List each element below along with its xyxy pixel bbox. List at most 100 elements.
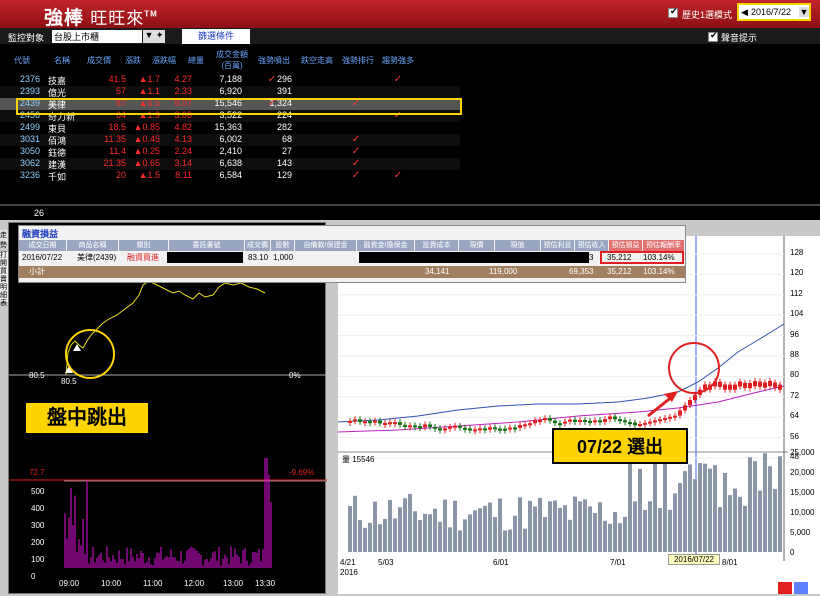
candle-body <box>353 419 357 422</box>
daily-vol-tick: 10,000 <box>790 508 815 517</box>
cell-amt: 27 <box>281 146 292 156</box>
candle-body <box>528 423 532 426</box>
date-dropdown-icon[interactable]: ▼ <box>799 7 809 17</box>
daily-vol-bar <box>643 509 647 552</box>
daily-vol-bar <box>478 508 482 552</box>
cell-amt: 129 <box>276 170 292 180</box>
date-picker[interactable]: ◀ 2016/7/22 ▼ <box>737 3 811 21</box>
daily-vol-bar <box>598 502 602 552</box>
candle-body <box>398 422 402 425</box>
candle-body <box>728 384 732 390</box>
candle-body <box>693 394 697 401</box>
daily-vol-bar <box>573 496 577 552</box>
daily-vol-bar <box>533 506 537 552</box>
popup-header-cell: 委託書號 <box>169 240 244 251</box>
daily-vol-bar <box>398 507 402 552</box>
daily-vol-bar <box>653 462 657 552</box>
daily-vol-bar <box>493 517 497 552</box>
logo-tm: TM <box>144 9 158 19</box>
popup-date: 2016/07/22 <box>22 253 63 262</box>
daily-vol-bar <box>543 517 547 552</box>
zoom-out-icon[interactable] <box>794 582 808 594</box>
popup-mask-1 <box>167 252 243 263</box>
daily-vol-bar <box>578 501 582 552</box>
daily-vol-bar <box>368 522 372 552</box>
candle-body <box>518 425 522 428</box>
candle-body <box>498 428 502 431</box>
price-tick: 88 <box>790 350 799 359</box>
table-header-cell[interactable]: 總量 <box>180 48 212 72</box>
ma-short <box>338 323 785 423</box>
candle-body <box>753 381 757 387</box>
app-logo: 強棒 旺旺來TM <box>44 3 158 30</box>
time-tick: 13:30 <box>255 579 276 588</box>
monitor-dropdown-button[interactable]: ▼ ✦ <box>143 30 165 43</box>
table-row[interactable]: 3050 鈺德 11.4 ▲0.25 2.24 2,410 27 ✓ <box>0 146 460 158</box>
daily-vol-bar <box>503 530 507 552</box>
candle-body <box>768 380 772 387</box>
table-row[interactable]: 3031 佰鴻 11.35 ▲0.45 4.13 6,002 68 ✓ <box>0 134 460 146</box>
left-tab[interactable]: 走勢 <box>0 230 8 249</box>
candle-body <box>523 424 527 427</box>
table-header-cell[interactable]: 跌空走高 <box>296 48 338 72</box>
popup-price: 83.10 <box>248 253 269 262</box>
table-row[interactable]: 2393 億光 57 ▲1.1 2.33 6,920 391 <box>0 86 460 98</box>
daily-vol-bar <box>528 500 532 552</box>
popup-shares: 1,000 <box>273 253 294 262</box>
sub-cost: 34,141 <box>425 267 450 276</box>
table-row[interactable]: 2499 東貝 18.5 ▲0.85 4.82 15,363 282 <box>0 122 460 134</box>
daily-vol-bar <box>558 507 562 552</box>
daily-vol-bar <box>348 506 352 552</box>
sub-label: 小計 <box>29 267 45 276</box>
candle-body <box>433 426 437 429</box>
daily-vol-bar <box>428 514 432 552</box>
filter-button[interactable]: 篩選條件 <box>182 29 250 44</box>
candle-body <box>538 420 542 423</box>
daily-vol-bar <box>433 508 437 552</box>
candle-body <box>643 422 647 425</box>
price-tick: 72 <box>790 390 799 400</box>
side-tab[interactable]: 打開買賣明細表 <box>0 252 8 307</box>
check-icon: ✓ <box>267 74 277 85</box>
sub-ret: 103.14% <box>643 267 675 276</box>
candle-body <box>588 420 592 423</box>
zoom-in-icon[interactable] <box>778 582 792 594</box>
table-header-cell[interactable]: 強勢排行 <box>338 48 378 72</box>
daily-svg <box>338 236 788 561</box>
table-header-cell[interactable]: 成交價 <box>80 48 118 72</box>
daily-vol-bar <box>378 524 382 552</box>
candle-body <box>578 419 582 422</box>
cell-amt: 143 <box>276 158 292 168</box>
table-header-cell[interactable]: 趨勢強多 <box>378 48 418 72</box>
vol-tick: 200 <box>31 538 45 547</box>
check-icon: ✓ <box>351 158 361 169</box>
cursor-date: 2016/07/22 <box>668 554 720 565</box>
candle-body <box>658 419 662 422</box>
table-header-cell[interactable]: 成交金額(百萬) <box>212 48 252 72</box>
table-header-cell[interactable]: 強勢噴出 <box>252 48 296 72</box>
table-row[interactable]: 3062 建漢 21.35 ▲0.65 3.14 6,638 143 ✓ <box>0 158 460 170</box>
candle-body <box>638 424 642 427</box>
table-row[interactable]: 3236 千如 20 ▲1.5 8.11 6,584 129 ✓ ✓ <box>0 170 460 182</box>
table-row[interactable]: 2376 技嘉 41.5 ▲1.7 4.27 7,188 296 ✓ ✓ <box>0 74 460 86</box>
check-icon: ✓ <box>393 170 403 181</box>
candle-body <box>478 428 482 431</box>
candle-body <box>618 419 622 422</box>
vol-tick: 500 <box>31 487 45 496</box>
daily-vol-bar <box>513 515 517 552</box>
time-tick: 12:00 <box>184 579 205 588</box>
popup-type: 融資買進 <box>127 253 159 262</box>
candles <box>348 377 782 435</box>
sound-checkbox[interactable]: ✔ <box>708 30 718 42</box>
popup-mask-2 <box>359 252 589 263</box>
monitor-select[interactable]: 台股上市櫃 <box>52 30 142 43</box>
table-header-cell[interactable]: 漲跌 <box>118 48 148 72</box>
table-header-cell[interactable]: 代號 <box>0 48 44 72</box>
table-header-cell[interactable]: 名稱 <box>44 48 80 72</box>
daily-callout-circle <box>668 342 720 394</box>
history-mode-checkbox[interactable]: ✔ <box>668 6 678 18</box>
table-header-cell[interactable]: 漲跌幅 <box>148 48 180 72</box>
sub-value: 119,000 <box>489 267 518 276</box>
date-prev-icon[interactable]: ◀ <box>741 7 748 18</box>
price-tick: 96 <box>790 329 799 339</box>
